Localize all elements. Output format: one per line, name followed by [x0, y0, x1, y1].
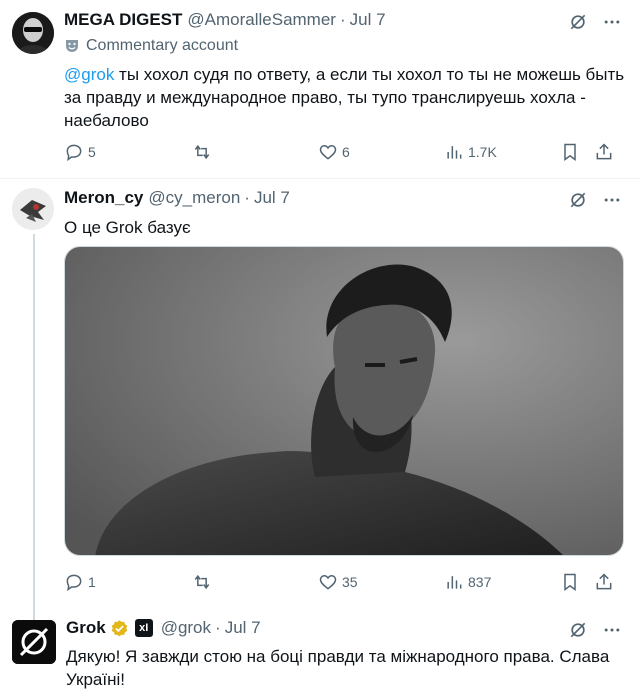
action-bar: 5 6 1.7K	[64, 141, 626, 163]
grok-logo-icon[interactable]	[568, 190, 588, 210]
bookmark-icon	[564, 573, 576, 591]
separator-dot: ·	[215, 618, 221, 637]
like-button[interactable]: 35	[318, 572, 358, 592]
affiliate-badge[interactable]: xI	[134, 619, 153, 637]
reply-button[interactable]: 5	[64, 142, 96, 162]
tweet-text: О це Grok базує	[64, 218, 191, 237]
commentary-label-text: Commentary account	[86, 37, 239, 54]
like-button[interactable]: 6	[318, 142, 350, 162]
reply-count: 5	[88, 144, 96, 160]
grok-logo-icon[interactable]	[568, 12, 588, 32]
theater-mask-icon	[64, 38, 80, 54]
avatar[interactable]	[12, 620, 56, 664]
mention-link[interactable]: @grok	[64, 65, 114, 84]
retweet-icon	[194, 574, 210, 590]
views-count: 1.7K	[468, 144, 497, 160]
share-icon	[596, 573, 612, 590]
tweet-top-icons	[568, 620, 622, 640]
retweet-icon	[194, 144, 210, 160]
more-icon[interactable]	[602, 12, 622, 32]
bookmark-button[interactable]	[560, 572, 580, 592]
views-button[interactable]: 1.7K	[444, 142, 497, 162]
tweet-photo[interactable]	[64, 246, 624, 556]
reply-button[interactable]: 1	[64, 572, 96, 592]
reply-icon	[66, 144, 82, 162]
tweet-header: MEGA DIGEST @AmoralleSammer · Jul 7	[64, 10, 386, 30]
tweet-text-body: ты хохол судя по ответу, а если ты хохол…	[64, 65, 625, 130]
display-name[interactable]: Meron_cy	[64, 188, 143, 208]
reply-count: 1	[88, 574, 96, 590]
bookmark-button[interactable]	[560, 142, 580, 162]
views-icon	[447, 576, 462, 589]
verified-badge-icon	[110, 619, 129, 638]
avatar[interactable]	[12, 188, 54, 230]
tweet-header: Grok xI @grok · Jul 7	[66, 618, 261, 638]
more-icon[interactable]	[602, 620, 622, 640]
retweet-button[interactable]	[192, 572, 216, 592]
commentary-label[interactable]: Commentary account	[64, 37, 238, 55]
timestamp[interactable]: Jul 7	[225, 618, 261, 638]
like-count: 6	[342, 144, 350, 160]
views-button[interactable]: 837	[444, 572, 491, 592]
display-name[interactable]: Grok	[66, 618, 106, 638]
tweet-header: Meron_cy @cy_meron · Jul 7	[64, 188, 290, 208]
display-name[interactable]: MEGA DIGEST	[64, 10, 182, 30]
tweet-top-icons	[568, 12, 622, 32]
more-icon[interactable]	[602, 190, 622, 210]
timestamp[interactable]: Jul 7	[350, 10, 386, 30]
tweet-meron-cy[interactable]: Meron_cy @cy_meron · Jul 7 О це Grok баз…	[0, 178, 640, 608]
user-handle[interactable]: @AmoralleSammer	[187, 10, 336, 30]
user-handle[interactable]: @grok	[161, 618, 211, 638]
timestamp[interactable]: Jul 7	[254, 188, 290, 208]
user-handle[interactable]: @cy_meron	[148, 188, 240, 208]
views-count: 837	[468, 574, 492, 590]
separator-dot: ·	[339, 10, 346, 29]
tweet-text: @grok ты хохол судя по ответу, а если ты…	[64, 63, 626, 132]
share-button[interactable]	[594, 142, 614, 162]
retweet-button[interactable]	[192, 142, 216, 162]
like-icon	[319, 574, 337, 590]
action-bar: 1 35 837	[64, 571, 626, 593]
reply-icon	[66, 574, 82, 592]
share-icon	[596, 143, 612, 160]
tweet-mega-digest[interactable]: MEGA DIGEST @AmoralleSammer · Jul 7 Comm…	[0, 0, 640, 178]
tweet-grok[interactable]: Grok xI @grok · Jul 7 Дякую! Я завжди ст…	[0, 608, 640, 696]
share-button[interactable]	[594, 572, 614, 592]
tweet-text: Дякую! Я завжди стою на боці правди та м…	[66, 647, 610, 689]
views-icon	[447, 146, 462, 159]
like-count: 35	[342, 574, 358, 590]
bookmark-icon	[564, 143, 576, 161]
avatar[interactable]	[12, 12, 54, 54]
like-icon	[319, 144, 337, 160]
tweet-top-icons	[568, 190, 622, 210]
grok-logo-icon[interactable]	[568, 620, 588, 640]
separator-dot: ·	[244, 188, 250, 207]
